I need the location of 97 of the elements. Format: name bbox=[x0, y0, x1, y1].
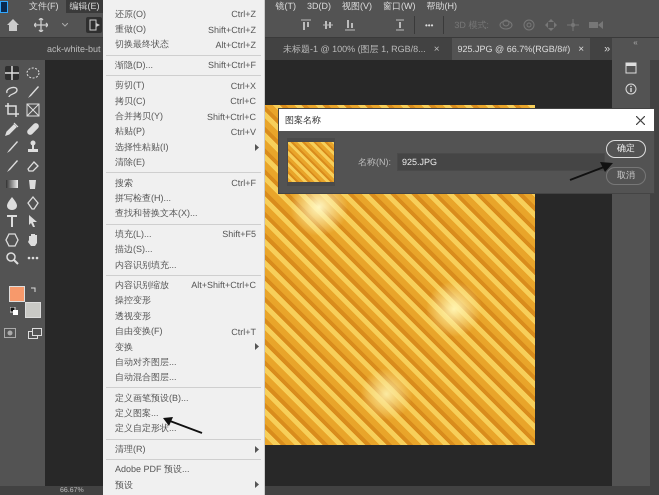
menu-item[interactable]: 定义画笔预设(B)... bbox=[103, 390, 264, 406]
shortcut-label: Shift+Ctrl+Z bbox=[208, 24, 256, 35]
menu-item[interactable]: 粘贴(P) Ctrl+V bbox=[103, 124, 264, 140]
dialog-title: 图案名称 bbox=[285, 114, 321, 126]
menu-item[interactable]: 内容识别填充... bbox=[103, 257, 264, 273]
screen-mode-icon[interactable] bbox=[28, 328, 42, 340]
menu-bar-item[interactable]: 窗口(W) bbox=[379, 0, 420, 13]
more-options-button[interactable]: ••• bbox=[425, 20, 434, 30]
menu-item[interactable]: 自动混合图层... bbox=[103, 370, 264, 386]
caret-icon[interactable] bbox=[62, 23, 68, 27]
layer-select-icon[interactable] bbox=[86, 17, 102, 33]
menu-item[interactable]: 拼写检查(H)... bbox=[103, 190, 264, 206]
menu-item[interactable]: 清理(R) bbox=[103, 442, 264, 458]
menu-item[interactable]: 还原(O) Ctrl+Z bbox=[103, 6, 264, 22]
align-top-icon[interactable] bbox=[300, 19, 312, 31]
annotation-arrow bbox=[568, 160, 614, 182]
dashed-ellipse-icon[interactable] bbox=[26, 66, 40, 80]
menu-item[interactable]: 清除(E) bbox=[103, 155, 264, 170]
tab-overflow-button[interactable]: » bbox=[604, 43, 610, 55]
menu-item[interactable]: 自动对齐图层... bbox=[103, 354, 264, 370]
quick-mask-icon[interactable] bbox=[4, 328, 16, 338]
foreground-color-swatch[interactable] bbox=[8, 286, 24, 302]
shortcut-label: Shift+Ctrl+F bbox=[208, 60, 256, 70]
shortcut-label: Ctrl+C bbox=[230, 96, 256, 106]
shortcut-label: Alt+Shift+Ctrl+C bbox=[191, 280, 256, 290]
eraser-icon[interactable] bbox=[26, 158, 40, 173]
shortcut-label: Ctrl+Z bbox=[231, 9, 256, 20]
shortcut-label: Ctrl+T bbox=[231, 326, 256, 337]
document-tab[interactable]: 925.JPG @ 66.7%(RGB/8#) × bbox=[452, 38, 590, 60]
stamp-icon[interactable] bbox=[26, 140, 40, 154]
menu-item[interactable]: 合并拷贝(Y) Shift+Ctrl+C bbox=[103, 108, 264, 124]
menu-item[interactable]: 定义自定形状... bbox=[103, 421, 264, 437]
menu-bar-item[interactable]: 3D(D) bbox=[303, 0, 335, 13]
shortcut-label: Shift+Ctrl+C bbox=[206, 112, 256, 122]
shortcut-label: Ctrl+X bbox=[230, 80, 256, 91]
menu-bar-item[interactable]: 镜(T) bbox=[272, 0, 300, 13]
menu-item[interactable]: 定义图案... bbox=[103, 406, 264, 422]
menu-item[interactable]: 透视变形 bbox=[103, 308, 264, 324]
menu-item[interactable]: 变换 bbox=[103, 339, 264, 355]
menu-item[interactable]: 内容识别缩放 Alt+Shift+Ctrl+C bbox=[103, 278, 264, 294]
crop-icon[interactable] bbox=[5, 103, 19, 118]
info-icon[interactable] bbox=[625, 83, 637, 95]
brush-icon[interactable] bbox=[5, 158, 19, 173]
menu-item[interactable]: 剪切(T) Ctrl+X bbox=[103, 78, 264, 94]
shortcut-label: Shift+F5 bbox=[222, 229, 256, 240]
shortcut-label: Alt+Ctrl+Z bbox=[215, 40, 256, 50]
menu-item[interactable]: 查找和替换文本(X)... bbox=[103, 206, 264, 222]
tab-close-button[interactable]: × bbox=[578, 44, 584, 54]
menu-bar-item[interactable]: 编辑(E) bbox=[66, 0, 104, 13]
hexagon-icon[interactable] bbox=[5, 232, 19, 247]
menu-item[interactable]: 操控变形 bbox=[103, 293, 264, 309]
shortcut-label: Ctrl+F bbox=[231, 178, 256, 188]
default-colors-icon[interactable] bbox=[10, 306, 18, 314]
brush-icon[interactable] bbox=[5, 140, 19, 154]
align-middle-icon[interactable] bbox=[322, 19, 334, 31]
menu-item[interactable]: 描边(S)... bbox=[103, 242, 264, 258]
lasso-icon[interactable] bbox=[5, 84, 19, 99]
move-icon[interactable] bbox=[5, 66, 19, 80]
menu-item[interactable]: 自由变换(F) Ctrl+T bbox=[103, 324, 264, 340]
menu-bar-item[interactable]: 视图(V) bbox=[338, 0, 376, 13]
tab-title: 925.JPG @ 66.7%(RGB/8#) bbox=[458, 44, 570, 54]
menu-bar-item[interactable]: 文件(F) bbox=[25, 0, 62, 13]
menu-item[interactable]: 渐隐(D)... Shift+Ctrl+F bbox=[103, 58, 264, 74]
menu-item[interactable]: 重做(O) Shift+Ctrl+Z bbox=[103, 22, 264, 38]
move-icon[interactable] bbox=[34, 18, 48, 32]
close-icon[interactable] bbox=[636, 116, 645, 124]
menu-item[interactable]: 填充(L)... Shift+F5 bbox=[103, 226, 264, 242]
drop-icon[interactable] bbox=[5, 196, 19, 210]
type-icon[interactable] bbox=[5, 214, 19, 228]
search-icon[interactable] bbox=[5, 251, 19, 266]
collapse-panel-button[interactable]: « bbox=[633, 38, 638, 47]
pen-icon[interactable] bbox=[26, 196, 40, 210]
tab-close-button[interactable]: × bbox=[434, 44, 440, 54]
dialog-button[interactable]: 取消 bbox=[606, 166, 646, 184]
distribute-icon[interactable] bbox=[396, 19, 404, 31]
app-logo-icon bbox=[0, 0, 8, 12]
home-icon[interactable] bbox=[6, 18, 20, 32]
background-color-swatch[interactable] bbox=[24, 302, 40, 318]
menu-bar-item[interactable]: 帮助(H) bbox=[422, 0, 461, 13]
align-bottom-icon[interactable] bbox=[344, 19, 356, 31]
menu-item[interactable]: Adobe PDF 预设... bbox=[103, 462, 264, 478]
panel-icon[interactable] bbox=[625, 62, 637, 74]
name-label: 名称(N): bbox=[358, 156, 391, 168]
brush-icon[interactable] bbox=[26, 84, 40, 99]
tab-title: ack-white-but bbox=[47, 44, 101, 54]
menu-item[interactable]: 搜索 Ctrl+F bbox=[103, 175, 264, 191]
menu-item[interactable]: 预设 bbox=[103, 477, 264, 493]
eyedropper-icon[interactable] bbox=[5, 122, 19, 136]
menu-item[interactable]: 选择性粘贴(I) bbox=[103, 140, 264, 156]
tab-title: 未标题-1 @ 100% (图层 1, RGB/8... bbox=[283, 42, 426, 56]
frame-icon[interactable] bbox=[26, 103, 40, 118]
name-input-field[interactable]: 925.JPG bbox=[397, 153, 605, 171]
hand-icon[interactable] bbox=[26, 232, 40, 247]
menu-item[interactable]: 拷贝(C) Ctrl+C bbox=[103, 93, 264, 109]
shortcut-label: Ctrl+V bbox=[230, 126, 256, 137]
dialog-button[interactable]: 确定 bbox=[606, 140, 646, 158]
pattern-thumbnail bbox=[288, 142, 334, 182]
